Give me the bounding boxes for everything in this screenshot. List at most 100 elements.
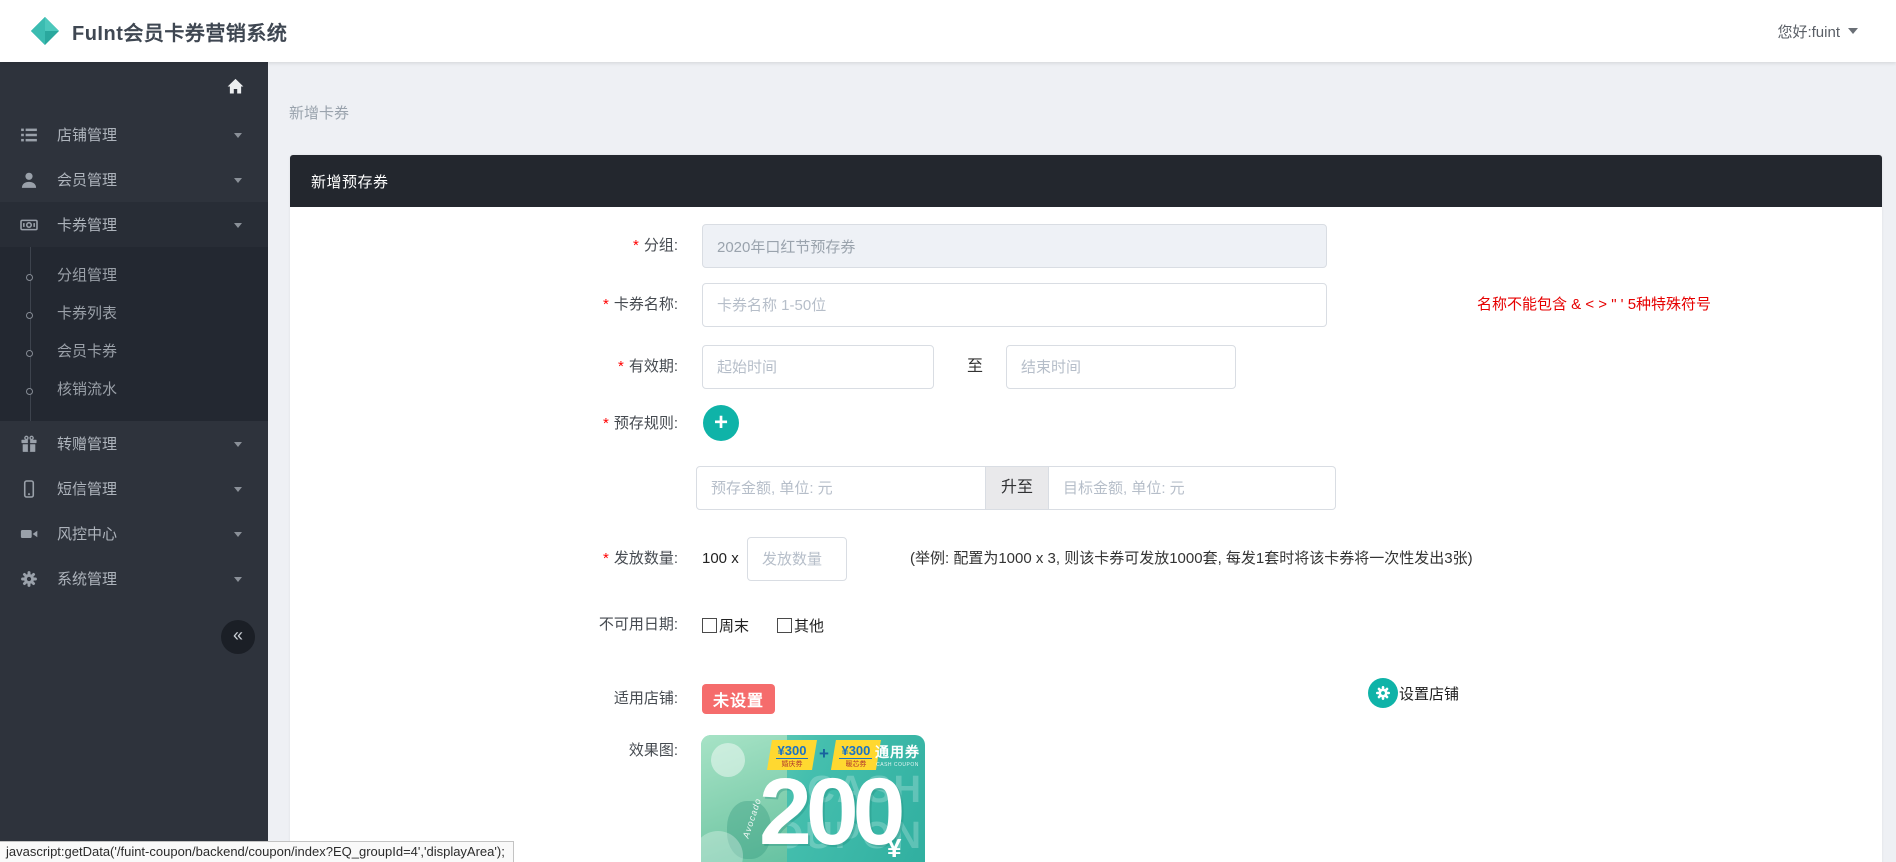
- checkbox-label: 其他: [794, 615, 824, 636]
- user-menu[interactable]: 您好:fuint: [1777, 0, 1858, 62]
- sidebar-item-label: 店铺管理: [57, 124, 117, 145]
- form-row-prestore-amount: 升至: [290, 466, 1882, 510]
- coupon-preview-image: CASH COUPON Avocado 200 ¥ ¥300 婚庆券: [701, 735, 925, 862]
- sidebar-item-system[interactable]: 系统管理: [0, 556, 268, 601]
- main-content: 新增卡券 新增预存券 *分组: *卡券名称: 名称不能包含 & < > " ' …: [268, 62, 1896, 862]
- sidebar-group-coupon: 卡券管理 分组管理 卡券列表 会员卡券 核销流水: [0, 202, 268, 421]
- quantity-example-text: (举例: 配置为1000 x 3, 则该卡券可发放1000套, 每发1套时将该卡…: [910, 537, 1473, 581]
- sidebar-item-shop[interactable]: 店铺管理: [0, 112, 268, 157]
- panel-title: 新增预存券: [311, 171, 389, 192]
- field-label: *卡券名称:: [290, 283, 678, 327]
- bullet-icon: [26, 388, 33, 395]
- app-title: FuInt会员卡券营销系统: [72, 17, 287, 46]
- sidebar-item-risk[interactable]: 风控中心: [0, 511, 268, 556]
- set-stores-label: 设置店铺: [1399, 683, 1459, 704]
- sidebar-item-coupon[interactable]: 卡券管理: [0, 202, 268, 247]
- required-mark: *: [603, 296, 609, 313]
- required-mark: *: [603, 415, 609, 432]
- checkbox-icon: [777, 618, 792, 633]
- coupon-badges: ¥300 婚庆券 + ¥300 暖芯券: [767, 740, 881, 770]
- field-label: 适用店铺:: [290, 684, 678, 714]
- form-row-name: *卡券名称: 名称不能包含 & < > " ' 5种特殊符号: [290, 283, 1882, 327]
- chevron-down-icon: [234, 532, 242, 541]
- form-row-quantity: *发放数量: 100 x (举例: 配置为1000 x 3, 则该卡券可发放10…: [290, 537, 1882, 581]
- start-time-input[interactable]: [702, 345, 934, 389]
- form-row-prestore-rule: *预存规则: +: [290, 405, 1882, 443]
- chevron-down-icon: [234, 442, 242, 451]
- chevron-down-icon: [234, 178, 242, 187]
- plus-icon: +: [714, 409, 728, 436]
- sidebar: 店铺管理 会员管理 卡券管理 分组管理: [0, 62, 268, 862]
- field-label: *分组:: [290, 224, 678, 268]
- field-label: 效果图:: [290, 729, 678, 773]
- app-header: FuInt会员卡券营销系统 您好:fuint: [0, 0, 1896, 62]
- gear-icon: [1368, 678, 1398, 708]
- sidebar-item-label: 转赠管理: [57, 433, 117, 454]
- group-input: [702, 224, 1327, 268]
- bullet-icon: [26, 312, 33, 319]
- form-row-validity: *有效期: 至: [290, 345, 1882, 389]
- coupon-badge: ¥300 婚庆券: [767, 740, 817, 770]
- new-prestore-coupon-panel: 新增预存券 *分组: *卡券名称: 名称不能包含 & < > " ' 5种特殊符…: [290, 155, 1882, 862]
- required-mark: *: [603, 550, 609, 567]
- form-row-unavailable-dates: 不可用日期: 周末 其他: [290, 607, 1882, 643]
- set-stores-button[interactable]: 设置店铺: [1368, 678, 1459, 708]
- sidebar-subitem-label: 核销流水: [57, 378, 117, 399]
- coupon-type-label: 通用券 CASH COUPON: [875, 742, 920, 768]
- sidebar-item-gift[interactable]: 转赠管理: [0, 421, 268, 466]
- chevron-down-icon: [234, 133, 242, 142]
- sidebar-item-group-manage[interactable]: 分组管理: [0, 255, 268, 293]
- checkbox-label: 周末: [719, 615, 749, 636]
- bullet-icon: [26, 350, 33, 357]
- coupon-badge: ¥300 暖芯券: [831, 740, 881, 770]
- sidebar-item-label: 短信管理: [57, 478, 117, 499]
- name-hint-text: 名称不能包含 & < > " ' 5种特殊符号: [1477, 283, 1711, 327]
- sidebar-subitem-label: 分组管理: [57, 264, 117, 285]
- chevron-down-icon: [234, 577, 242, 586]
- status-badge: 未设置: [702, 684, 775, 714]
- field-label: 不可用日期:: [290, 607, 678, 643]
- checkbox-icon: [702, 618, 717, 633]
- sidebar-submenu-coupon: 分组管理 卡券列表 会员卡券 核销流水: [0, 247, 268, 421]
- sidebar-item-member[interactable]: 会员管理: [0, 157, 268, 202]
- coupon-amount: 200: [759, 757, 900, 862]
- app-logo: FuInt会员卡券营销系统: [30, 16, 287, 46]
- chevron-down-icon: [234, 223, 242, 232]
- field-label: *预存规则:: [290, 405, 678, 443]
- panel-header: 新增预存券: [290, 155, 1882, 207]
- sidebar-item-coupon-list[interactable]: 卡券列表: [0, 293, 268, 331]
- rise-to-addon: 升至: [986, 466, 1049, 510]
- caret-down-icon: [1848, 28, 1858, 39]
- panel-body: *分组: *卡券名称: 名称不能包含 & < > " ' 5种特殊符号 *有效期…: [290, 207, 1882, 862]
- browser-status-bar: javascript:getData('/fuint-coupon/backen…: [0, 841, 514, 862]
- user-greeting: 您好:fuint: [1777, 21, 1840, 42]
- field-label: *发放数量:: [290, 537, 678, 581]
- bullet-icon: [26, 274, 33, 281]
- end-time-input[interactable]: [1006, 345, 1236, 389]
- sidebar-item-member-coupon[interactable]: 会员卡券: [0, 331, 268, 369]
- sidebar-item-verify-flow[interactable]: 核销流水: [0, 369, 268, 407]
- form-row-group: *分组:: [290, 224, 1882, 268]
- prestore-amount-input[interactable]: [696, 466, 986, 510]
- gear-icon: [20, 570, 38, 588]
- target-amount-input[interactable]: [1049, 466, 1336, 510]
- quantity-input[interactable]: [747, 537, 847, 581]
- form-row-stores: 适用店铺: 未设置: [290, 684, 1882, 714]
- coupon-currency: ¥: [887, 833, 901, 862]
- home-icon[interactable]: [227, 78, 244, 95]
- required-mark: *: [618, 358, 624, 375]
- sidebar-item-sms[interactable]: 短信管理: [0, 466, 268, 511]
- member-user-icon: [20, 171, 38, 189]
- add-rule-button[interactable]: +: [703, 405, 739, 441]
- sms-phone-icon: [20, 480, 38, 498]
- sidebar-subitem-label: 会员卡券: [57, 340, 117, 361]
- weekend-checkbox[interactable]: 周末: [702, 615, 749, 636]
- other-checkbox[interactable]: 其他: [777, 615, 824, 636]
- diamond-logo-icon: [30, 16, 60, 46]
- collapse-left-icon[interactable]: «: [221, 620, 255, 654]
- shop-list-icon: [20, 126, 38, 144]
- required-mark: *: [633, 237, 639, 254]
- form-row-preview: 效果图: CASH COUPON Avocado 200 ¥ ¥300: [290, 729, 1882, 862]
- coupon-name-input[interactable]: [702, 283, 1327, 327]
- breadcrumb: 新增卡券: [289, 102, 349, 123]
